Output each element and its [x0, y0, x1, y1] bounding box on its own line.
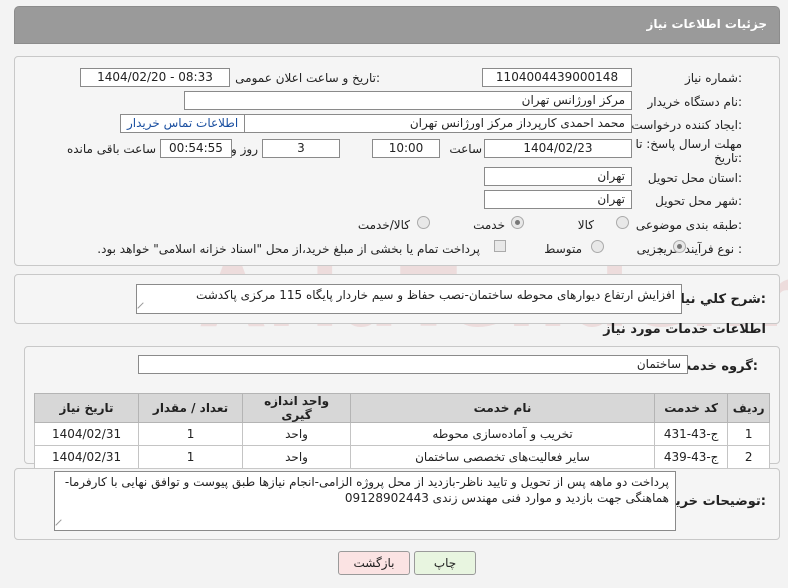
cell-code: ج-43-439: [653, 445, 729, 469]
province-field: تهران: [484, 167, 632, 186]
cell-unit: واحد: [242, 422, 352, 446]
col-date: تاریخ نیاز: [33, 393, 140, 423]
col-qty: تعداد / مقدار: [138, 393, 244, 423]
service-group-field: ساختمان: [138, 355, 688, 374]
services-section-title: اطلاعات خدمات مورد نیاز: [603, 322, 766, 337]
deadline-label: مهلت ارسال پاسخ: تا: [635, 137, 742, 151]
deadline-date-field: 1404/02/23: [484, 139, 632, 158]
resize-handle-icon[interactable]: [55, 519, 67, 531]
cell-date: 1404/02/31: [33, 422, 140, 446]
service-group-label: گروه خدمت:: [678, 359, 758, 374]
deadline-time-field: 10:00: [372, 139, 440, 158]
buyer-notes-line-2: هماهنگی جهت بازدید و موارد فنی مهندس زند…: [344, 491, 669, 505]
summary-textarea: افزایش ارتفاع دیوارهای محوطه ساختمان-نصب…: [136, 284, 682, 314]
col-unit: واحد اندازه گیری: [242, 393, 352, 423]
buyer-org-label: نام دستگاه خریدار:: [647, 95, 743, 109]
buyer-org-field: مرکز اورژانس تهران: [184, 91, 632, 110]
cell-row: 2: [727, 445, 770, 469]
summary-label: شرح کلي نياز:: [672, 292, 766, 307]
info-panel: [14, 56, 780, 266]
print-button[interactable]: چاپ: [414, 551, 476, 575]
category-label: طبقه بندی موضوعی:: [635, 218, 742, 232]
cell-unit: واحد: [242, 445, 352, 469]
cell-name: تخریب و آماده‌سازی محوطه: [350, 422, 655, 446]
purchase-type-label: نوع فرآیند خرید :: [657, 242, 742, 256]
need-number-field: 1104004439000148: [482, 68, 632, 87]
buyer-notes-line-1: پرداخت دو ماهه پس از تحویل و تایید ناظر-…: [64, 475, 669, 489]
table-row: 1 ج-43-431 تخریب و آماده‌سازی محوطه واحد…: [33, 422, 770, 446]
city-field: تهران: [484, 190, 632, 209]
col-code: کد خدمت: [653, 393, 729, 423]
summary-text: افزایش ارتفاع دیوارهای محوطه ساختمان-نصب…: [195, 288, 675, 302]
purchase-option-medium: متوسط: [544, 242, 582, 256]
days-field: 3: [262, 139, 340, 158]
category-radio-goods[interactable]: [616, 216, 629, 229]
creator-label: ایجاد کننده درخواست:: [631, 118, 742, 132]
remaining-label: ساعت باقی مانده: [66, 142, 156, 156]
city-label: شهر محل تحویل:: [655, 194, 742, 208]
purchase-note: پرداخت تمام یا بخشی از مبلغ خرید،از محل …: [97, 242, 480, 256]
back-button[interactable]: بازگشت: [338, 551, 410, 575]
cell-qty: 1: [138, 445, 244, 469]
province-label: استان محل تحویل:: [647, 171, 742, 185]
purchase-radio-medium[interactable]: [591, 240, 604, 253]
purchase-option-minor: جزیی: [636, 242, 664, 256]
category-radio-goods-service[interactable]: [417, 216, 430, 229]
cell-row: 1: [727, 422, 770, 446]
category-option-goods-service: کالا/خدمت: [357, 218, 410, 232]
category-option-goods: کالا: [577, 218, 594, 232]
cell-qty: 1: [138, 422, 244, 446]
deadline-label-date: تاریخ:: [714, 151, 742, 165]
contact-info-link[interactable]: اطلاعات تماس خریدار: [120, 114, 246, 133]
days-label: روز و: [231, 142, 258, 156]
resize-handle-icon[interactable]: [137, 302, 149, 314]
buyer-notes-textarea: پرداخت دو ماهه پس از تحویل و تایید ناظر-…: [54, 471, 676, 531]
creator-field: محمد احمدی کارپرداز مرکز اورژانس تهران: [234, 114, 632, 133]
treasury-checkbox[interactable]: [494, 240, 506, 252]
time-label: ساعت: [449, 142, 482, 156]
table-row: 2 ج-43-439 سایر فعالیت‌های تخصصی ساختمان…: [33, 445, 770, 469]
services-table: ردیف کد خدمت نام خدمت واحد اندازه گیری ت…: [33, 393, 770, 469]
page-title: جزئیات اطلاعات نیاز: [646, 17, 767, 31]
announce-label: تاریخ و ساعت اعلان عمومی:: [235, 71, 380, 85]
col-name: نام خدمت: [350, 393, 655, 423]
announce-field: 1404/02/20 - 08:33: [80, 68, 230, 87]
category-option-service: خدمت: [473, 218, 505, 232]
header-bar: جزئیات اطلاعات نیاز: [14, 6, 780, 44]
table-header-row: ردیف کد خدمت نام خدمت واحد اندازه گیری ت…: [33, 393, 770, 423]
category-radio-service[interactable]: [511, 216, 524, 229]
need-number-label: شماره نیاز:: [684, 71, 742, 85]
cell-code: ج-43-431: [653, 422, 729, 446]
cell-date: 1404/02/31: [33, 445, 140, 469]
purchase-radio-minor[interactable]: [673, 240, 686, 253]
col-row: ردیف: [727, 393, 770, 423]
remaining-time-field: 00:54:55: [160, 139, 232, 158]
cell-name: سایر فعالیت‌های تخصصی ساختمان: [350, 445, 655, 469]
